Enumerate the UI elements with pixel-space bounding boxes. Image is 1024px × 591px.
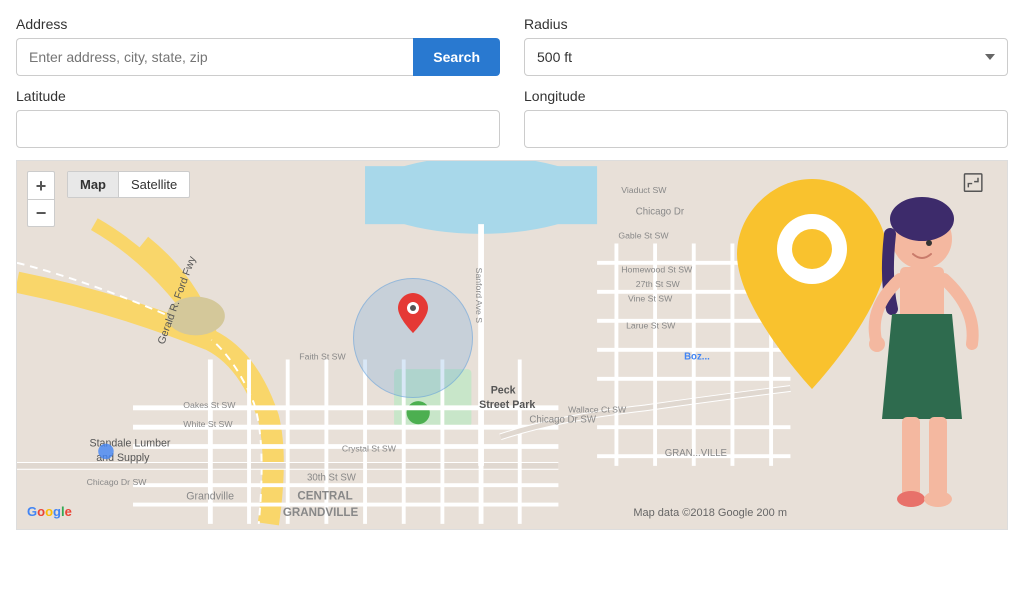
address-radius-row: Address Search Radius 500 ft 100 ft 250 …: [16, 16, 1008, 76]
radius-label: Radius: [524, 16, 1008, 32]
svg-text:Gable St SW: Gable St SW: [618, 231, 669, 241]
svg-text:Chicago Dr SW: Chicago Dr SW: [529, 414, 596, 425]
radius-group: Radius 500 ft 100 ft 250 ft 1000 ft 1 mi…: [524, 16, 1008, 76]
map-pin: [398, 293, 428, 338]
svg-text:Sanford Ave S: Sanford Ave S: [474, 268, 484, 324]
svg-text:Oakes St SW: Oakes St SW: [183, 400, 236, 410]
address-label: Address: [16, 16, 500, 32]
svg-text:Grandville: Grandville: [186, 491, 234, 503]
svg-text:27th St SW: 27th St SW: [636, 279, 681, 289]
address-input[interactable]: [16, 38, 413, 76]
latitude-input[interactable]: 42.912724: [16, 110, 500, 148]
map-attribution: Map data ©2018 Google 200 m: [633, 507, 787, 519]
svg-text:Homewood St SW: Homewood St SW: [621, 264, 693, 274]
address-group: Address Search: [16, 16, 500, 76]
svg-text:GRAN...VILLE: GRAN...VILLE: [665, 448, 728, 459]
longitude-label: Longitude: [524, 88, 1008, 104]
svg-text:Boz...: Boz...: [684, 352, 710, 363]
svg-text:Viaduct SW: Viaduct SW: [621, 185, 667, 195]
longitude-input[interactable]: -85.755076: [524, 110, 1008, 148]
latitude-label: Latitude: [16, 88, 500, 104]
svg-text:White St SW: White St SW: [183, 419, 233, 429]
map-zoom-controls: + −: [27, 171, 55, 227]
zoom-in-button[interactable]: +: [27, 171, 55, 199]
google-logo: Google: [27, 504, 72, 519]
map-type-satellite-button[interactable]: Satellite: [119, 172, 189, 197]
svg-text:CENTRAL: CENTRAL: [297, 490, 352, 503]
svg-text:Street Park: Street Park: [479, 399, 535, 411]
svg-text:Vine St SW: Vine St SW: [628, 293, 673, 303]
zoom-out-button[interactable]: −: [27, 199, 55, 227]
svg-text:Larue St SW: Larue St SW: [626, 321, 676, 331]
svg-text:30th St SW: 30th St SW: [307, 472, 357, 483]
svg-text:Crystal St SW: Crystal St SW: [342, 443, 397, 453]
svg-text:GRANDVILLE: GRANDVILLE: [283, 506, 359, 519]
svg-text:Peck: Peck: [491, 384, 516, 396]
address-input-row: Search: [16, 38, 500, 76]
lat-lon-row: Latitude 42.912724 Longitude -85.755076: [16, 88, 1008, 148]
map-type-toggle: Map Satellite: [67, 171, 190, 198]
map-container[interactable]: Gerald R. Ford Fwy Standale Lumber and S…: [16, 160, 1008, 530]
radius-select[interactable]: 500 ft 100 ft 250 ft 1000 ft 1 mile 5 mi…: [524, 38, 1008, 76]
search-button[interactable]: Search: [413, 38, 500, 76]
map-type-map-button[interactable]: Map: [68, 172, 119, 197]
svg-text:Faith St SW: Faith St SW: [299, 352, 346, 362]
longitude-group: Longitude -85.755076: [524, 88, 1008, 148]
svg-text:Chicago Dr: Chicago Dr: [636, 206, 685, 217]
latitude-group: Latitude 42.912724: [16, 88, 500, 148]
svg-text:Wallace Ct SW: Wallace Ct SW: [568, 405, 627, 415]
svg-text:Chicago Dr SW: Chicago Dr SW: [87, 477, 148, 487]
